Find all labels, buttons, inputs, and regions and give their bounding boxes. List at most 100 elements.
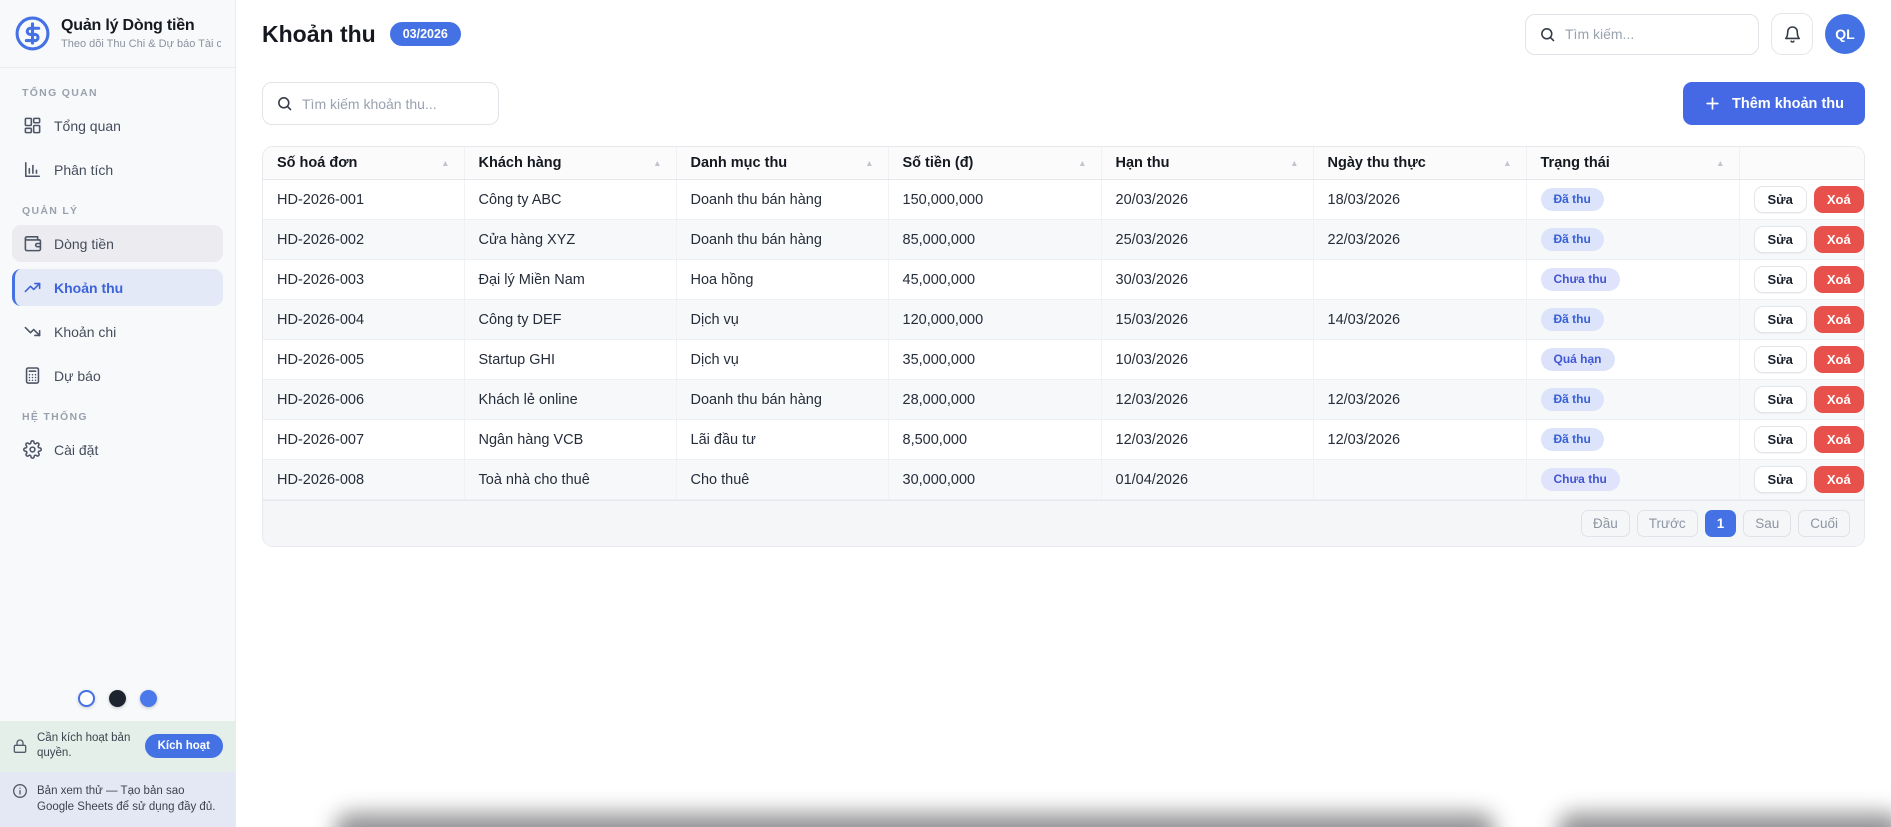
sidebar-item-khoan-chi[interactable]: Khoản chi: [12, 313, 223, 350]
edit-button[interactable]: Sửa: [1754, 306, 1807, 333]
cell-category: Doanh thu bán hàng: [676, 380, 888, 420]
cell-actions: Sửa Xoá: [1739, 300, 1864, 340]
cell-customer: Công ty ABC: [464, 180, 676, 220]
edit-button[interactable]: Sửa: [1754, 466, 1807, 493]
sidebar-item-du-bao[interactable]: Dự báo: [12, 357, 223, 394]
delete-button[interactable]: Xoá: [1814, 186, 1864, 213]
delete-button[interactable]: Xoá: [1814, 226, 1864, 253]
table-search-input[interactable]: [302, 96, 485, 112]
delete-button[interactable]: Xoá: [1814, 346, 1864, 373]
cell-invoice: HD-2026-006: [263, 380, 464, 420]
cell-actions: Sửa Xoá: [1739, 380, 1864, 420]
edit-button[interactable]: Sửa: [1754, 386, 1807, 413]
pagination-button[interactable]: Đầu: [1581, 510, 1630, 537]
sidebar-item-tong-quan[interactable]: Tổng quan: [12, 107, 223, 144]
column-header-customer[interactable]: Khách hàng▲: [464, 147, 676, 180]
sidebar-item-label: Dòng tiền: [54, 236, 114, 252]
cell-invoice: HD-2026-001: [263, 180, 464, 220]
edit-button[interactable]: Sửa: [1754, 346, 1807, 373]
pagination-button[interactable]: Sau: [1743, 510, 1791, 537]
global-search-input[interactable]: [1565, 26, 1745, 42]
add-revenue-label: Thêm khoản thu: [1732, 96, 1844, 112]
cell-actions: Sửa Xoá: [1739, 180, 1864, 220]
cell-actual-date: 18/03/2026: [1313, 180, 1526, 220]
cell-invoice: HD-2026-008: [263, 460, 464, 500]
cell-due-date: 12/03/2026: [1101, 380, 1313, 420]
table-row: HD-2026-008Toà nhà cho thuêCho thuê30,00…: [263, 460, 1864, 500]
info-icon: [12, 783, 28, 799]
cell-amount: 30,000,000: [888, 460, 1101, 500]
table-row: HD-2026-007Ngân hàng VCBLãi đầu tư8,500,…: [263, 420, 1864, 460]
sidebar-item-phan-tich[interactable]: Phân tích: [12, 151, 223, 188]
pagination-button[interactable]: Trước: [1637, 510, 1698, 537]
column-label: Danh mục thu: [691, 155, 788, 171]
delete-button[interactable]: Xoá: [1814, 386, 1864, 413]
edit-button[interactable]: Sửa: [1754, 266, 1807, 293]
edit-button[interactable]: Sửa: [1754, 226, 1807, 253]
cell-actual-date: 12/03/2026: [1313, 420, 1526, 460]
activate-button[interactable]: Kích hoạt: [145, 734, 223, 758]
column-header-status[interactable]: Trạng thái▲: [1526, 147, 1739, 180]
cell-status: Đã thu: [1526, 180, 1739, 220]
theme-dot-dark[interactable]: [109, 690, 126, 707]
pagination-button[interactable]: Cuối: [1798, 510, 1850, 537]
cell-invoice: HD-2026-003: [263, 260, 464, 300]
column-header-category[interactable]: Danh mục thu▲: [676, 147, 888, 180]
plus-icon: [1704, 95, 1721, 112]
pagination-page-current[interactable]: 1: [1705, 510, 1737, 537]
avatar[interactable]: QL: [1825, 14, 1865, 54]
theme-switcher: [0, 690, 235, 707]
delete-button[interactable]: Xoá: [1814, 426, 1864, 453]
cell-customer: Ngân hàng VCB: [464, 420, 676, 460]
license-banner: Cần kích hoạt bản quyền. Kích hoạt: [0, 721, 235, 772]
notifications-button[interactable]: [1771, 13, 1813, 55]
edit-button[interactable]: Sửa: [1754, 426, 1807, 453]
cell-amount: 8,500,000: [888, 420, 1101, 460]
delete-button[interactable]: Xoá: [1814, 266, 1864, 293]
cell-actual-date: [1313, 460, 1526, 500]
column-header-amount[interactable]: Số tiền (đ)▲: [888, 147, 1101, 180]
sidebar-spacer: [0, 475, 235, 690]
delete-button[interactable]: Xoá: [1814, 306, 1864, 333]
wallet-icon: [23, 234, 42, 253]
cell-category: Lãi đầu tư: [676, 420, 888, 460]
column-header-actual-date[interactable]: Ngày thu thực▲: [1313, 147, 1526, 180]
cell-actions: Sửa Xoá: [1739, 420, 1864, 460]
cell-category: Doanh thu bán hàng: [676, 220, 888, 260]
theme-dot-light[interactable]: [78, 690, 95, 707]
cell-category: Dịch vụ: [676, 300, 888, 340]
column-header-due-date[interactable]: Hạn thu▲: [1101, 147, 1313, 180]
status-badge: Đã thu: [1541, 188, 1604, 210]
edit-button[interactable]: Sửa: [1754, 186, 1807, 213]
status-badge: Đã thu: [1541, 308, 1604, 330]
theme-dot-blue[interactable]: [140, 690, 157, 707]
cell-due-date: 12/03/2026: [1101, 420, 1313, 460]
trial-banner: Bản xem thử — Tạo bản sao Google Sheets …: [0, 772, 235, 827]
cell-actual-date: 12/03/2026: [1313, 380, 1526, 420]
cell-status: Đã thu: [1526, 420, 1739, 460]
sidebar-item-khoan-thu[interactable]: Khoản thu: [12, 269, 223, 306]
status-badge: Chưa thu: [1541, 268, 1620, 290]
license-text: Cần kích hoạt bản quyền.: [37, 731, 136, 762]
cell-invoice: HD-2026-007: [263, 420, 464, 460]
main-header: Khoản thu 03/2026 QL: [236, 0, 1891, 61]
column-label: Khách hàng: [479, 155, 562, 171]
table-search: [262, 82, 499, 125]
column-header-invoice[interactable]: Số hoá đơn▲: [263, 147, 464, 180]
add-revenue-button[interactable]: Thêm khoản thu: [1683, 82, 1865, 125]
sidebar-item-dong-tien[interactable]: Dòng tiền: [12, 225, 223, 262]
sort-asc-icon: ▲: [1078, 158, 1086, 168]
delete-button[interactable]: Xoá: [1814, 466, 1864, 493]
table-row: HD-2026-006Khách lẻ onlineDoanh thu bán …: [263, 380, 1864, 420]
column-header-actions: [1739, 147, 1864, 180]
column-label: Ngày thu thực: [1328, 155, 1426, 171]
status-badge: Đã thu: [1541, 428, 1604, 450]
cell-actions: Sửa Xoá: [1739, 260, 1864, 300]
sidebar: Quản lý Dòng tiền Theo dõi Thu Chi & Dự …: [0, 0, 236, 827]
cell-customer: Đại lý Miền Nam: [464, 260, 676, 300]
dashboard-icon: [23, 116, 42, 135]
cell-status: Chưa thu: [1526, 460, 1739, 500]
sidebar-item-label: Tổng quan: [54, 118, 121, 134]
cell-status: Chưa thu: [1526, 260, 1739, 300]
sidebar-item-cai-dat[interactable]: Cài đặt: [12, 431, 223, 468]
